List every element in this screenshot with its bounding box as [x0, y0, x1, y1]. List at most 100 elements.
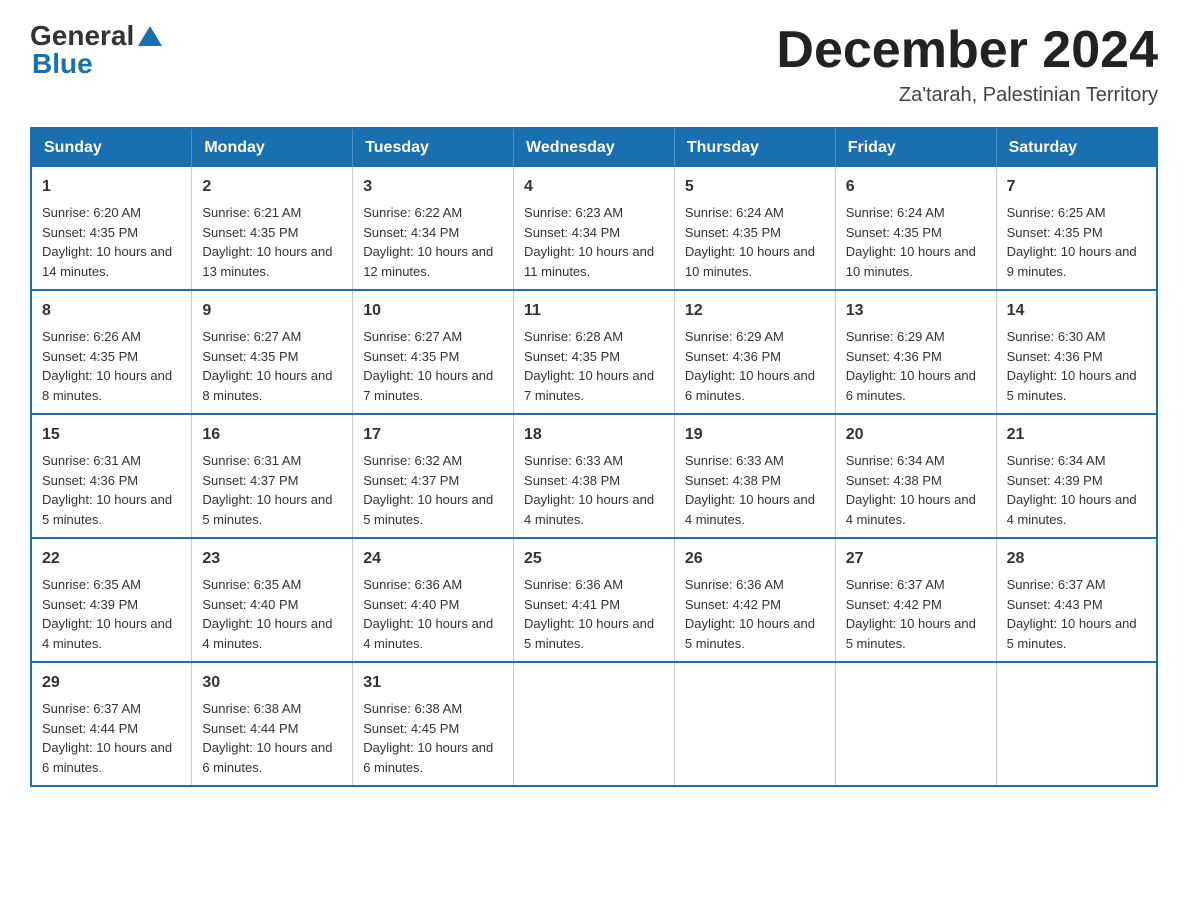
day-number: 12 — [685, 299, 825, 323]
day-number: 30 — [202, 671, 342, 695]
daylight-text: Daylight: 10 hours and 4 minutes. — [524, 492, 654, 527]
calendar-cell: 8 Sunrise: 6:26 AM Sunset: 4:35 PM Dayli… — [31, 290, 192, 414]
sunrise-text: Sunrise: 6:35 AM — [202, 577, 301, 592]
daylight-text: Daylight: 10 hours and 11 minutes. — [524, 244, 654, 279]
calendar-cell: 3 Sunrise: 6:22 AM Sunset: 4:34 PM Dayli… — [353, 167, 514, 290]
daylight-text: Daylight: 10 hours and 5 minutes. — [846, 616, 976, 651]
calendar-week-row: 22 Sunrise: 6:35 AM Sunset: 4:39 PM Dayl… — [31, 538, 1157, 662]
day-number: 27 — [846, 547, 986, 571]
sunset-text: Sunset: 4:41 PM — [524, 597, 620, 612]
daylight-text: Daylight: 10 hours and 5 minutes. — [1007, 368, 1137, 403]
daylight-text: Daylight: 10 hours and 10 minutes. — [685, 244, 815, 279]
day-number: 25 — [524, 547, 664, 571]
sunrise-text: Sunrise: 6:21 AM — [202, 205, 301, 220]
sunrise-text: Sunrise: 6:33 AM — [524, 453, 623, 468]
day-number: 18 — [524, 423, 664, 447]
day-number: 31 — [363, 671, 503, 695]
col-header-wednesday: Wednesday — [514, 128, 675, 167]
sunset-text: Sunset: 4:35 PM — [524, 349, 620, 364]
sunrise-text: Sunrise: 6:32 AM — [363, 453, 462, 468]
daylight-text: Daylight: 10 hours and 8 minutes. — [202, 368, 332, 403]
calendar-cell: 27 Sunrise: 6:37 AM Sunset: 4:42 PM Dayl… — [835, 538, 996, 662]
sunrise-text: Sunrise: 6:25 AM — [1007, 205, 1106, 220]
day-number: 7 — [1007, 175, 1146, 199]
sunrise-text: Sunrise: 6:29 AM — [685, 329, 784, 344]
daylight-text: Daylight: 10 hours and 7 minutes. — [363, 368, 493, 403]
day-number: 14 — [1007, 299, 1146, 323]
calendar-cell: 4 Sunrise: 6:23 AM Sunset: 4:34 PM Dayli… — [514, 167, 675, 290]
day-number: 1 — [42, 175, 181, 199]
calendar-cell: 15 Sunrise: 6:31 AM Sunset: 4:36 PM Dayl… — [31, 414, 192, 538]
sunset-text: Sunset: 4:40 PM — [202, 597, 298, 612]
calendar-week-row: 15 Sunrise: 6:31 AM Sunset: 4:36 PM Dayl… — [31, 414, 1157, 538]
calendar-cell: 17 Sunrise: 6:32 AM Sunset: 4:37 PM Dayl… — [353, 414, 514, 538]
sunset-text: Sunset: 4:43 PM — [1007, 597, 1103, 612]
day-number: 19 — [685, 423, 825, 447]
daylight-text: Daylight: 10 hours and 5 minutes. — [42, 492, 172, 527]
calendar-cell: 25 Sunrise: 6:36 AM Sunset: 4:41 PM Dayl… — [514, 538, 675, 662]
sunset-text: Sunset: 4:42 PM — [846, 597, 942, 612]
daylight-text: Daylight: 10 hours and 5 minutes. — [202, 492, 332, 527]
calendar-cell — [514, 662, 675, 786]
calendar-header-row: SundayMondayTuesdayWednesdayThursdayFrid… — [31, 128, 1157, 167]
calendar-cell: 18 Sunrise: 6:33 AM Sunset: 4:38 PM Dayl… — [514, 414, 675, 538]
sunrise-text: Sunrise: 6:26 AM — [42, 329, 141, 344]
daylight-text: Daylight: 10 hours and 4 minutes. — [42, 616, 172, 651]
sunset-text: Sunset: 4:38 PM — [685, 473, 781, 488]
calendar-cell: 22 Sunrise: 6:35 AM Sunset: 4:39 PM Dayl… — [31, 538, 192, 662]
sunrise-text: Sunrise: 6:20 AM — [42, 205, 141, 220]
calendar-cell: 11 Sunrise: 6:28 AM Sunset: 4:35 PM Dayl… — [514, 290, 675, 414]
sunset-text: Sunset: 4:39 PM — [42, 597, 138, 612]
sunrise-text: Sunrise: 6:31 AM — [202, 453, 301, 468]
calendar-cell — [835, 662, 996, 786]
day-number: 3 — [363, 175, 503, 199]
daylight-text: Daylight: 10 hours and 4 minutes. — [846, 492, 976, 527]
calendar-cell — [674, 662, 835, 786]
sunset-text: Sunset: 4:36 PM — [685, 349, 781, 364]
calendar-cell: 24 Sunrise: 6:36 AM Sunset: 4:40 PM Dayl… — [353, 538, 514, 662]
day-number: 8 — [42, 299, 181, 323]
daylight-text: Daylight: 10 hours and 6 minutes. — [846, 368, 976, 403]
sunrise-text: Sunrise: 6:22 AM — [363, 205, 462, 220]
calendar-table: SundayMondayTuesdayWednesdayThursdayFrid… — [30, 127, 1158, 787]
calendar-week-row: 29 Sunrise: 6:37 AM Sunset: 4:44 PM Dayl… — [31, 662, 1157, 786]
sunset-text: Sunset: 4:35 PM — [1007, 225, 1103, 240]
col-header-monday: Monday — [192, 128, 353, 167]
sunset-text: Sunset: 4:35 PM — [202, 225, 298, 240]
day-number: 15 — [42, 423, 181, 447]
col-header-sunday: Sunday — [31, 128, 192, 167]
sunset-text: Sunset: 4:35 PM — [202, 349, 298, 364]
calendar-cell: 20 Sunrise: 6:34 AM Sunset: 4:38 PM Dayl… — [835, 414, 996, 538]
day-number: 10 — [363, 299, 503, 323]
sunset-text: Sunset: 4:39 PM — [1007, 473, 1103, 488]
day-number: 24 — [363, 547, 503, 571]
sunrise-text: Sunrise: 6:36 AM — [685, 577, 784, 592]
calendar-week-row: 8 Sunrise: 6:26 AM Sunset: 4:35 PM Dayli… — [31, 290, 1157, 414]
day-number: 28 — [1007, 547, 1146, 571]
sunset-text: Sunset: 4:37 PM — [363, 473, 459, 488]
logo-blue-text: Blue — [32, 48, 93, 80]
sunset-text: Sunset: 4:44 PM — [202, 721, 298, 736]
sunset-text: Sunset: 4:40 PM — [363, 597, 459, 612]
daylight-text: Daylight: 10 hours and 5 minutes. — [685, 616, 815, 651]
day-number: 11 — [524, 299, 664, 323]
daylight-text: Daylight: 10 hours and 4 minutes. — [1007, 492, 1137, 527]
day-number: 9 — [202, 299, 342, 323]
sunset-text: Sunset: 4:34 PM — [363, 225, 459, 240]
calendar-cell: 30 Sunrise: 6:38 AM Sunset: 4:44 PM Dayl… — [192, 662, 353, 786]
day-number: 26 — [685, 547, 825, 571]
day-number: 16 — [202, 423, 342, 447]
calendar-cell: 19 Sunrise: 6:33 AM Sunset: 4:38 PM Dayl… — [674, 414, 835, 538]
daylight-text: Daylight: 10 hours and 10 minutes. — [846, 244, 976, 279]
sunrise-text: Sunrise: 6:33 AM — [685, 453, 784, 468]
sunset-text: Sunset: 4:45 PM — [363, 721, 459, 736]
calendar-cell: 31 Sunrise: 6:38 AM Sunset: 4:45 PM Dayl… — [353, 662, 514, 786]
daylight-text: Daylight: 10 hours and 8 minutes. — [42, 368, 172, 403]
sunrise-text: Sunrise: 6:38 AM — [363, 701, 462, 716]
sunrise-text: Sunrise: 6:36 AM — [524, 577, 623, 592]
day-number: 21 — [1007, 423, 1146, 447]
daylight-text: Daylight: 10 hours and 6 minutes. — [42, 740, 172, 775]
sunset-text: Sunset: 4:44 PM — [42, 721, 138, 736]
calendar-cell: 16 Sunrise: 6:31 AM Sunset: 4:37 PM Dayl… — [192, 414, 353, 538]
page-header: General Blue December 2024 Za'tarah, Pal… — [30, 20, 1158, 107]
